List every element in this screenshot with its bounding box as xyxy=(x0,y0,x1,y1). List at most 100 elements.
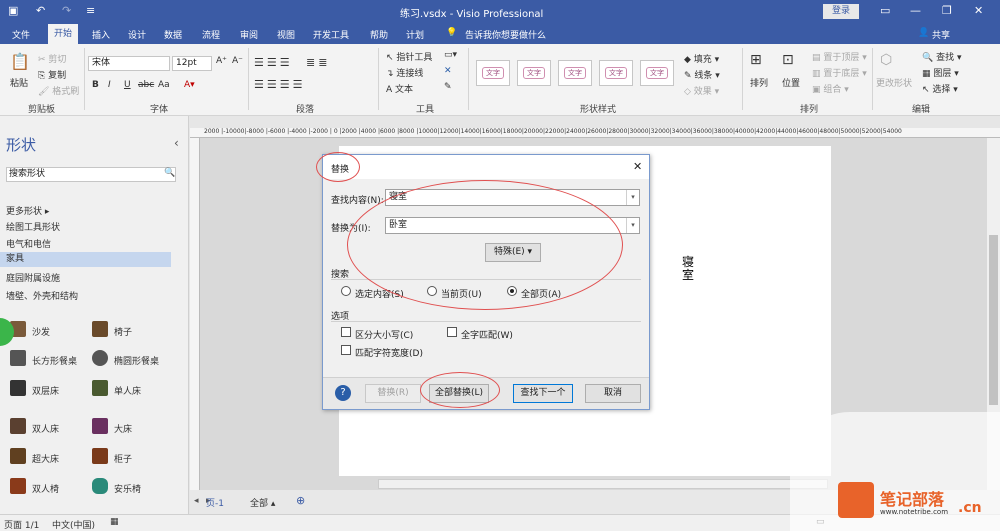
whole-word-label[interactable]: 全字匹配(W) xyxy=(461,328,513,341)
cut-button[interactable]: ✂ 剪切 xyxy=(38,52,66,65)
strikethrough-icon[interactable]: abc xyxy=(138,80,154,90)
align-button[interactable]: 排列 xyxy=(750,76,768,89)
share-button[interactable]: 共享 xyxy=(932,28,950,41)
tab-design[interactable]: 设计 xyxy=(128,28,146,41)
font-family-select[interactable]: 宋体 xyxy=(88,56,170,71)
line-button[interactable]: ✎ 线条 ▾ xyxy=(684,68,720,81)
change-shape-icon[interactable]: ⬡ xyxy=(880,52,892,68)
redo-icon[interactable]: ↷ xyxy=(62,4,71,17)
tell-me-search[interactable]: 告诉我你想要做什么 xyxy=(465,28,546,41)
restore-icon[interactable]: ❐ xyxy=(942,4,952,17)
format-painter-button[interactable]: 🖌 格式刷 xyxy=(38,84,79,97)
quick-style-5[interactable]: 文字 xyxy=(640,60,674,86)
pointer-tool-button[interactable]: ↖ 指针工具 xyxy=(386,50,432,63)
position-icon[interactable]: ⊡ xyxy=(782,52,794,68)
language-status[interactable]: 中文(中国) xyxy=(52,518,95,531)
add-page-icon[interactable]: ⊕ xyxy=(296,494,305,507)
minimize-icon[interactable]: — xyxy=(910,4,921,17)
tab-review[interactable]: 审阅 xyxy=(240,28,258,41)
match-case-label[interactable]: 区分大小写(C) xyxy=(355,328,413,341)
category-electrical[interactable]: 电气和电信 xyxy=(6,237,51,250)
shrink-font-icon[interactable]: A⁻ xyxy=(232,56,243,66)
replace-all-button[interactable]: 全部替换(L) xyxy=(429,384,489,403)
category-more-shapes[interactable]: 更多形状 ▸ xyxy=(6,204,49,217)
tab-plan[interactable]: 计划 xyxy=(406,28,424,41)
send-back-button[interactable]: ▥ 置于底层 ▾ xyxy=(812,66,867,79)
match-width-label[interactable]: 匹配字符宽度(D) xyxy=(355,346,423,359)
italic-icon[interactable]: I xyxy=(108,80,111,90)
match-width-checkbox[interactable] xyxy=(341,345,351,355)
font-color-icon[interactable]: A▾ xyxy=(184,80,195,90)
cancel-button[interactable]: 取消 xyxy=(585,384,641,403)
change-shape-button[interactable]: 更改形状 xyxy=(876,76,912,89)
search-icon[interactable]: 🔍 xyxy=(164,168,175,178)
case-icon[interactable]: Aa xyxy=(158,80,170,90)
quick-style-3[interactable]: 文字 xyxy=(558,60,592,86)
special-button[interactable]: 特殊(E) ▾ xyxy=(485,243,541,262)
find-next-button[interactable]: 查找下一个 xyxy=(513,384,573,403)
font-size-select[interactable]: 12pt xyxy=(172,56,212,71)
dialog-close-icon[interactable]: ✕ xyxy=(633,160,642,173)
grow-font-icon[interactable]: A⁺ xyxy=(216,56,227,66)
close-icon[interactable]: ✕ xyxy=(974,4,983,17)
radio-selection-label[interactable]: 选定内容(S) xyxy=(355,287,404,300)
align-icon[interactable]: ⊞ xyxy=(750,52,762,68)
replace-dropdown-icon[interactable]: ▾ xyxy=(626,218,639,233)
quick-style-2[interactable]: 文字 xyxy=(517,60,551,86)
whole-word-checkbox[interactable] xyxy=(447,327,457,337)
tab-insert[interactable]: 插入 xyxy=(92,28,110,41)
tab-file[interactable]: 文件 xyxy=(12,28,30,41)
fill-button[interactable]: ◆ 填充 ▾ xyxy=(684,52,719,65)
layers-button[interactable]: ▦ 图层 ▾ xyxy=(922,66,959,79)
quick-style-1[interactable]: 文字 xyxy=(476,60,510,86)
page-text-shape[interactable]: 寝室 xyxy=(682,256,696,282)
find-dropdown-icon[interactable]: ▾ xyxy=(626,190,639,205)
find-input[interactable]: 寝室 ▾ xyxy=(385,189,640,206)
page-status[interactable]: 页面 1/1 xyxy=(4,518,39,531)
share-icon[interactable]: 👤 xyxy=(918,28,929,38)
category-furniture[interactable]: 家具 xyxy=(0,252,171,267)
quick-style-4[interactable]: 文字 xyxy=(599,60,633,86)
category-walls[interactable]: 墙壁、外壳和结构 xyxy=(6,289,78,302)
group-button[interactable]: ▣ 组合 ▾ xyxy=(812,82,849,95)
list-icons[interactable]: ≣≣ xyxy=(306,56,330,69)
horizontal-scrollbar[interactable] xyxy=(378,479,828,489)
tab-data[interactable]: 数据 xyxy=(164,28,182,41)
vertical-scroll-thumb[interactable] xyxy=(989,235,998,405)
select-button[interactable]: ↖ 选择 ▾ xyxy=(922,82,958,95)
page-tab-1[interactable]: 页-1 xyxy=(206,496,224,509)
find-button[interactable]: 🔍 查找 ▾ xyxy=(922,50,961,63)
tab-scroll-left-icon[interactable]: ◂ xyxy=(194,496,199,506)
radio-all-pages[interactable] xyxy=(507,286,517,296)
radio-selection[interactable] xyxy=(341,286,351,296)
match-case-checkbox[interactable] xyxy=(341,327,351,337)
replace-button[interactable]: 替换(R) xyxy=(365,384,421,403)
text-tool-button[interactable]: A 文本 xyxy=(386,82,413,95)
vertical-align-icons[interactable]: ☰☰☰ xyxy=(254,56,293,69)
category-garden[interactable]: 庭园附属设施 xyxy=(6,271,60,284)
connector-tool-button[interactable]: ↴ 连接线 xyxy=(386,66,423,79)
tab-home[interactable]: 开始 xyxy=(48,24,79,44)
tab-developer[interactable]: 开发工具 xyxy=(313,28,349,41)
rectangle-tool-icon[interactable]: ▭▾ xyxy=(444,50,457,60)
shape-search-input[interactable]: 搜索形状 xyxy=(6,167,176,182)
category-drawing-tools[interactable]: 绘图工具形状 xyxy=(6,220,60,233)
radio-current-page-label[interactable]: 当前页(U) xyxy=(441,287,482,300)
close-tool-icon[interactable]: ✕ xyxy=(444,66,452,76)
bring-front-button[interactable]: ▤ 置于顶层 ▾ xyxy=(812,50,867,63)
collapse-panel-icon[interactable]: ‹ xyxy=(174,136,179,150)
login-button[interactable]: 登录 xyxy=(823,4,859,19)
horizontal-align-icons[interactable]: ☰☰☰☰ xyxy=(254,78,305,91)
radio-current-page[interactable] xyxy=(427,286,437,296)
copy-button[interactable]: ⎘ 复制 xyxy=(38,68,66,81)
effects-button[interactable]: ◇ 效果 ▾ xyxy=(684,84,719,97)
pencil-tool-icon[interactable]: ✎ xyxy=(444,82,452,92)
position-button[interactable]: 位置 xyxy=(782,76,800,89)
all-pages-tab[interactable]: 全部 ▴ xyxy=(250,496,275,509)
bold-icon[interactable]: B xyxy=(92,80,99,90)
replace-input[interactable]: 卧室 ▾ xyxy=(385,217,640,234)
underline-icon[interactable]: U xyxy=(124,80,131,90)
help-icon[interactable]: ? xyxy=(335,385,351,401)
undo-icon[interactable]: ↶ xyxy=(36,4,45,17)
macro-icon[interactable]: ▦ xyxy=(110,517,119,527)
